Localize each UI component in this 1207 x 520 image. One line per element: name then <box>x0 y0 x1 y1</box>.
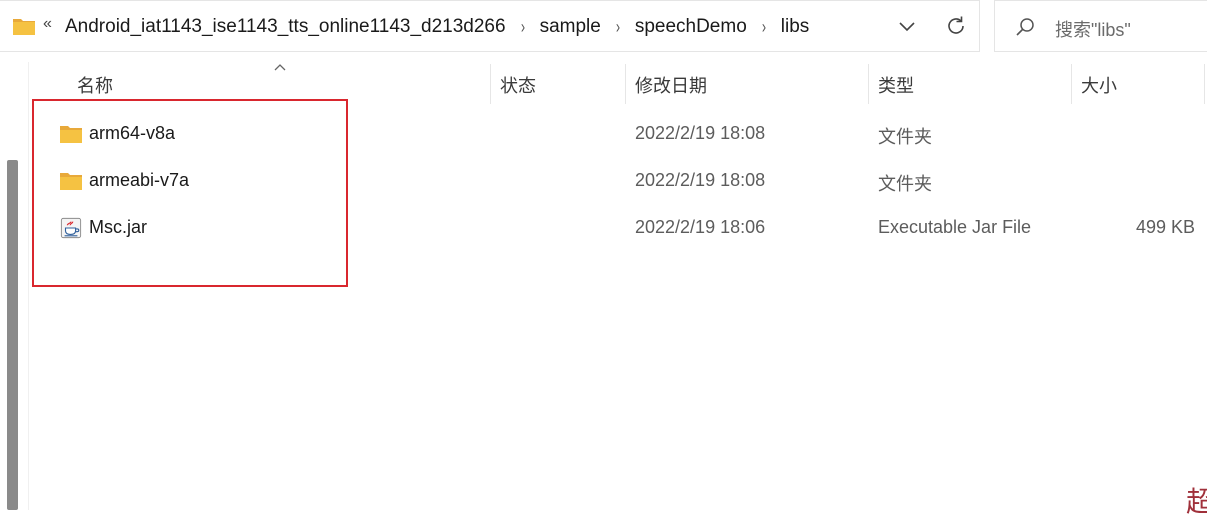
column-header-status[interactable]: 状态 <box>500 72 536 98</box>
breadcrumb-separator[interactable]: › <box>616 17 620 38</box>
column-divider[interactable] <box>490 64 491 104</box>
vertical-scrollbar[interactable] <box>0 62 30 510</box>
file-type: Executable Jar File <box>878 217 1032 237</box>
column-divider[interactable] <box>868 64 869 104</box>
address-bar[interactable]: « Android_iat1143_ise1143_tts_online1143… <box>0 0 980 52</box>
sort-ascending-icon <box>274 64 286 71</box>
chevron-down-icon[interactable] <box>894 13 920 39</box>
file-date-modified: 2022/2/19 18:06 <box>635 217 766 237</box>
column-divider[interactable] <box>1204 64 1205 104</box>
column-divider[interactable] <box>1071 64 1072 104</box>
file-date-modified: 2022/2/19 18:08 <box>635 123 766 143</box>
search-input[interactable]: 搜索"libs" <box>1055 16 1131 42</box>
breadcrumb-item-speechdemo[interactable]: speechDemo <box>635 16 747 38</box>
breadcrumb-separator[interactable]: › <box>762 17 766 38</box>
breadcrumb-separator[interactable]: › <box>520 17 524 38</box>
watermark-glyph: 超 <box>1186 485 1207 518</box>
overflow-chevron-icon[interactable]: « <box>43 15 52 33</box>
breadcrumb: Android_iat1143_ise1143_tts_online1143_d… <box>65 1 809 53</box>
column-header-type[interactable]: 类型 <box>878 72 914 98</box>
scrollbar-divider <box>28 62 29 510</box>
column-header-date-modified[interactable]: 修改日期 <box>635 72 707 98</box>
scrollbar-thumb[interactable] <box>7 160 18 510</box>
column-header-name[interactable]: 名称 <box>77 72 113 98</box>
file-date-modified: 2022/2/19 18:08 <box>635 170 766 190</box>
breadcrumb-item-root[interactable]: Android_iat1143_ise1143_tts_online1143_d… <box>65 16 506 38</box>
refresh-icon[interactable] <box>944 14 968 38</box>
folder-icon <box>13 19 35 35</box>
breadcrumb-item-sample[interactable]: sample <box>540 16 601 38</box>
breadcrumb-item-libs[interactable]: libs <box>781 16 810 38</box>
highlight-annotation <box>32 99 348 287</box>
file-size: 499 KB <box>1135 217 1195 237</box>
search-icon <box>1016 18 1034 36</box>
search-box[interactable]: 搜索"libs" <box>994 0 1207 52</box>
file-type: 文件夹 <box>878 174 932 194</box>
column-header-size[interactable]: 大小 <box>1081 72 1117 98</box>
file-type: 文件夹 <box>878 127 932 147</box>
column-divider[interactable] <box>625 64 626 104</box>
